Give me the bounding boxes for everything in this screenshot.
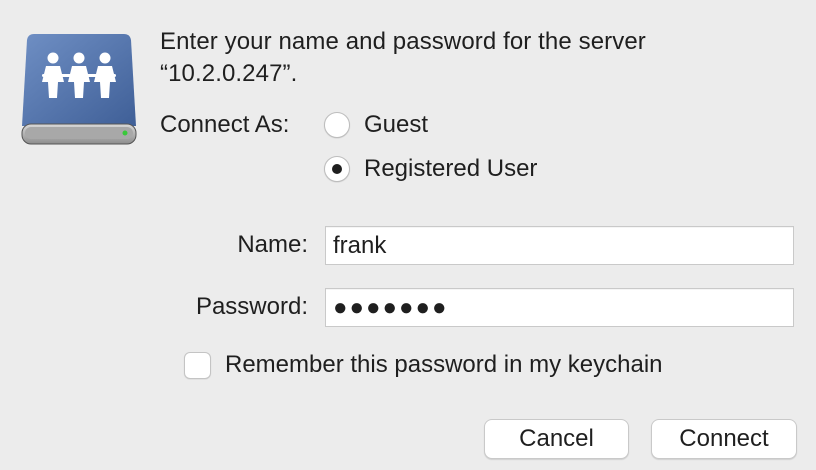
- password-field[interactable]: [325, 288, 794, 327]
- connect-button[interactable]: Connect: [651, 419, 797, 459]
- cancel-button[interactable]: Cancel: [484, 419, 629, 459]
- message-line-1: Enter your name and password for the ser…: [160, 28, 646, 55]
- name-field[interactable]: [325, 226, 794, 265]
- radio-guest[interactable]: Guest: [324, 110, 428, 140]
- radio-button-guest[interactable]: [324, 112, 350, 138]
- message-line-2: “10.2.0.247”.: [160, 60, 298, 87]
- name-label: Name:: [237, 231, 308, 258]
- radio-button-registered-user[interactable]: [324, 156, 350, 182]
- connect-as-label: Connect As:: [160, 111, 290, 138]
- radio-registered-user[interactable]: Registered User: [324, 154, 537, 184]
- radio-registered-user-label[interactable]: Registered User: [364, 154, 537, 184]
- password-label: Password:: [195, 293, 308, 320]
- server-network-icon: [20, 30, 138, 146]
- radio-guest-label[interactable]: Guest: [364, 110, 428, 140]
- remember-password-label[interactable]: Remember this password in my keychain: [225, 350, 663, 380]
- dialog-message: Enter your name and password for the ser…: [160, 26, 780, 90]
- remember-password-checkbox[interactable]: [184, 351, 211, 379]
- remember-password-option[interactable]: Remember this password in my keychain: [184, 350, 663, 380]
